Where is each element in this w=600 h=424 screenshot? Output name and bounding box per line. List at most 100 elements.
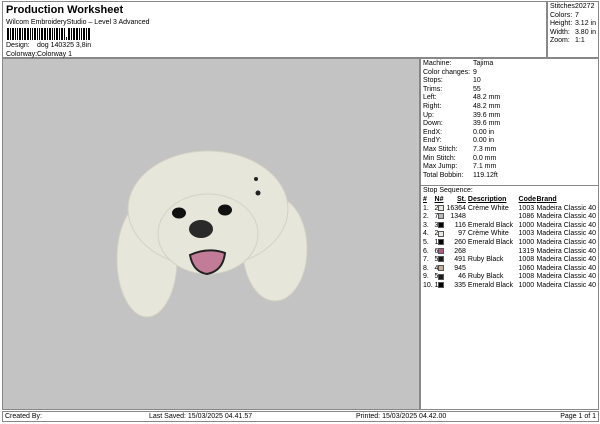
info-value: 39.6 mm — [473, 120, 501, 128]
cell-n: 1. — [423, 204, 429, 212]
color-swatch-cell — [438, 221, 445, 231]
info-label: Stops: — [423, 77, 443, 85]
dog-embroidery-image — [116, 150, 308, 318]
barcode-bar — [44, 28, 46, 40]
cell-desc — [468, 213, 519, 222]
info-label: Colors: — [550, 11, 573, 19]
cell-brand: Madeira Classic 40 — [536, 256, 596, 264]
cell-code: 1319 — [518, 247, 535, 255]
column-header: Description — [467, 196, 507, 203]
cell-brand: Madeira Classic 40 — [536, 264, 596, 272]
info-value: 1:1 — [575, 37, 585, 45]
cell-n: 4. — [423, 230, 429, 238]
info-row: Stops: 10 — [423, 77, 596, 86]
cell-desc: Emerald Black — [467, 281, 514, 289]
info-value: 39.6 mm — [473, 111, 501, 119]
stop-sequence-title: Stop Sequence: — [423, 187, 473, 194]
created-by: Created By: — [5, 413, 42, 420]
color-swatch — [438, 247, 445, 254]
barcode-bar — [61, 28, 63, 40]
barcode-bar — [24, 28, 26, 40]
cell-st: 1348 — [450, 213, 466, 221]
cell-n: 7. — [423, 256, 429, 264]
cell-brand: Madeira Classic 40 — [536, 213, 596, 221]
cell-st: 268 — [454, 247, 466, 255]
barcode-bar — [22, 28, 23, 40]
cell-st: 335 — [454, 281, 466, 289]
color-swatch — [438, 221, 445, 228]
cell-n: 5. — [423, 238, 429, 246]
info-label: Width: — [550, 28, 570, 36]
info-row: Max Stitch: 7.3 mm — [423, 146, 596, 155]
table-row: 2. 7 1348 1086 Madeira Classic 40 — [423, 213, 596, 222]
stop-sequence: Stop Sequence: # N# St. Description Code Bran… — [421, 186, 598, 292]
color-swatch — [438, 256, 445, 263]
barcode-bar — [81, 28, 82, 40]
color-swatch-cell — [438, 264, 445, 274]
info-row: Stitches: 20272 — [550, 3, 596, 12]
info-value: 7.1 mm — [473, 163, 497, 171]
barcode-bar — [30, 28, 31, 40]
cell-brand: Madeira Classic 40 — [536, 204, 596, 212]
info-row: Max Jump: 7.1 mm — [423, 163, 596, 172]
info-value: 20272 — [575, 3, 595, 10]
barcode-bar — [37, 28, 38, 40]
info-label: EndY: — [423, 137, 442, 145]
table-row: 7. 5 491 Ruby Black 1008 Madeira Classic 40 — [423, 256, 596, 265]
cell-n: 9. — [423, 273, 429, 281]
info-label: Stitches: — [550, 3, 577, 10]
info-label: Up: — [423, 111, 434, 119]
color-swatch — [438, 230, 445, 237]
cell-desc: Emerald Black — [467, 221, 514, 229]
cell-desc: Crème White — [467, 230, 509, 238]
info-row: Total Bobbin: 119.12ft — [423, 172, 596, 181]
color-swatch-cell — [438, 204, 445, 214]
info-value: 0.0 mm — [473, 154, 497, 162]
barcode-bar — [15, 28, 16, 40]
info-row: Trims: 55 — [423, 86, 596, 95]
info-value: 0.00 in — [473, 137, 495, 145]
cell-desc: Crème White — [467, 204, 509, 212]
table-row: 6. 6 268 1319 Madeira Classic 40 — [423, 248, 596, 257]
info-row: Machine: Tajima — [423, 60, 596, 69]
info-value: 7.3 mm — [473, 145, 497, 153]
color-swatch-cell — [438, 230, 445, 239]
printed-date: Printed: 15/03/2025 04.42.00 — [356, 413, 447, 420]
barcode-bar — [79, 28, 80, 40]
cell-code: 1008 — [518, 273, 535, 281]
info-row: Width: 3.80 in — [550, 29, 596, 38]
info-label: Zoom: — [550, 37, 570, 45]
cell-code: 1000 — [518, 281, 535, 289]
info-label: Trims: — [423, 85, 443, 93]
cell-brand: Madeira Classic 40 — [536, 238, 596, 246]
column-header: # — [423, 196, 427, 203]
cell-code: 1003 — [518, 204, 535, 212]
color-swatch — [438, 213, 445, 220]
barcode-bar — [88, 28, 90, 40]
cell-code: 1000 — [518, 221, 535, 229]
barcode-bar — [41, 28, 43, 40]
info-value: 10 — [473, 77, 481, 85]
cell-desc — [468, 248, 519, 257]
table-row: 5. 1 260 Emerald Black 1000 Madeira Classic 4… — [423, 239, 596, 248]
cell-brand: Madeira Classic 40 — [536, 273, 596, 281]
info-row: EndY: 0.00 in — [423, 137, 596, 146]
table-row: 10. 1 335 Emerald Black 1000 Madeira Classic … — [423, 282, 596, 291]
info-label: Min Stitch: — [423, 154, 456, 162]
info-value: 0.00 in — [473, 128, 495, 136]
color-swatch-cell — [438, 247, 445, 257]
barcode-bar — [10, 28, 11, 40]
cell-code: 1086 — [518, 213, 535, 221]
barcode-bar — [64, 28, 65, 40]
info-row: Colors: 7 — [550, 12, 596, 21]
info-value: 119.12ft — [473, 171, 498, 179]
barcode-bar — [86, 28, 87, 40]
cell-desc: Ruby Black — [467, 273, 504, 281]
barcode-bar — [73, 28, 75, 40]
info-label: Left: — [423, 94, 437, 102]
info-value: 7 — [575, 11, 579, 19]
cell-desc: Ruby Black — [467, 256, 504, 264]
footer: Created By: Last Saved: 15/03/2025 04.41… — [2, 411, 599, 422]
design-value: dog 140325 3,8in — [37, 42, 92, 49]
cell-st: 491 — [454, 256, 466, 264]
